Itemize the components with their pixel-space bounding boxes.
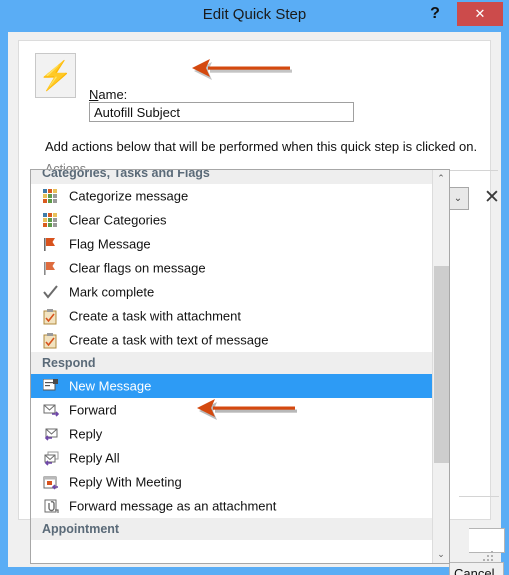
dropdown-scroll-viewport: Categories, Tasks and Flags Categorize me… <box>31 170 433 563</box>
cancel-button[interactable]: Cancel <box>449 562 504 575</box>
quick-step-icon-box: ⚡ <box>35 53 76 98</box>
close-button[interactable]: ✕ <box>457 2 503 26</box>
dropdown-item[interactable]: Categorize message <box>31 184 433 208</box>
dropdown-item-label: Categorize message <box>69 188 189 204</box>
checkmark-icon <box>41 284 65 302</box>
dropdown-item[interactable]: Flag Message <box>31 232 433 256</box>
dropdown-item-label: Create a task with text of message <box>69 332 269 348</box>
dropdown-item[interactable]: Forward message as an attachment <box>31 494 433 518</box>
clear-flag-icon <box>41 260 65 278</box>
delete-action-button[interactable]: ✕ <box>481 187 503 209</box>
dropdown-item[interactable]: Clear flags on message <box>31 256 433 280</box>
dropdown-scrollbar[interactable]: ⌃ ⌄ <box>432 170 449 563</box>
dropdown-item[interactable]: Create a task with text of message <box>31 328 433 352</box>
scroll-up-arrow-icon[interactable]: ⌃ <box>433 170 449 187</box>
lightning-bolt-icon: ⚡ <box>38 60 73 91</box>
new-message-icon <box>41 378 65 396</box>
dropdown-item-label: Reply <box>69 426 103 442</box>
forward-icon <box>41 402 65 420</box>
dropdown-item[interactable]: Reply <box>31 422 433 446</box>
categories-icon <box>41 188 65 206</box>
dropdown-item-label: Flag Message <box>69 236 151 252</box>
dropdown-item[interactable]: Reply With Meeting <box>31 470 433 494</box>
edit-quick-step-window: Edit Quick Step ? ✕ ⚡ Name: Add actions … <box>0 0 509 575</box>
name-field-label: Name: <box>89 87 128 102</box>
dropdown-item[interactable]: Mark complete <box>31 280 433 304</box>
dropdown-item[interactable]: Reply All <box>31 446 433 470</box>
attachment-icon <box>41 498 65 516</box>
dropdown-group-header: Appointment <box>31 518 433 540</box>
resize-grip-icon[interactable] <box>483 551 495 563</box>
scrollbar-thumb[interactable] <box>434 266 449 463</box>
dropdown-item-label: Reply With Meeting <box>69 474 182 490</box>
dropdown-item-label: Create a task with attachment <box>69 308 241 324</box>
dropdown-item-label: Clear Categories <box>69 212 167 228</box>
name-input[interactable] <box>89 102 354 122</box>
window-titlebar: Edit Quick Step ? ✕ <box>0 0 509 32</box>
dropdown-item[interactable]: New Message <box>31 374 433 398</box>
background-divider <box>459 496 499 497</box>
screenshot-root: Edit Quick Step ? ✕ ⚡ Name: Add actions … <box>0 0 509 575</box>
dropdown-item-label: Mark complete <box>69 284 155 300</box>
help-button[interactable]: ? <box>424 2 446 26</box>
dropdown-item-label: Reply All <box>69 450 120 466</box>
scroll-down-arrow-icon[interactable]: ⌄ <box>433 546 449 563</box>
dropdown-item-label: Forward message as an attachment <box>69 498 277 514</box>
description-text: Add actions below that will be performed… <box>45 139 478 154</box>
dropdown-item-label: Clear flags on message <box>69 260 206 276</box>
dropdown-item[interactable]: Create a task with attachment <box>31 304 433 328</box>
dropdown-item[interactable]: Clear Categories <box>31 208 433 232</box>
chevron-down-icon[interactable]: ⌄ <box>447 188 468 209</box>
flag-icon <box>41 236 65 254</box>
categories-icon <box>41 212 65 230</box>
reply-icon <box>41 426 65 444</box>
action-dropdown-list[interactable]: Categories, Tasks and Flags Categorize me… <box>30 169 450 564</box>
dropdown-group-header: Categories, Tasks and Flags <box>31 170 433 184</box>
dropdown-item-label: Forward <box>69 402 117 418</box>
dropdown-items-container: Categories, Tasks and Flags Categorize me… <box>31 170 433 540</box>
dropdown-group-header: Respond <box>31 352 433 374</box>
dropdown-item[interactable]: Forward <box>31 398 433 422</box>
reply-all-icon <box>41 450 65 468</box>
dropdown-item-label: New Message <box>69 378 152 394</box>
task-icon <box>41 308 65 326</box>
meeting-icon <box>41 474 65 492</box>
background-input-field[interactable] <box>469 528 505 553</box>
task-icon <box>41 332 65 350</box>
